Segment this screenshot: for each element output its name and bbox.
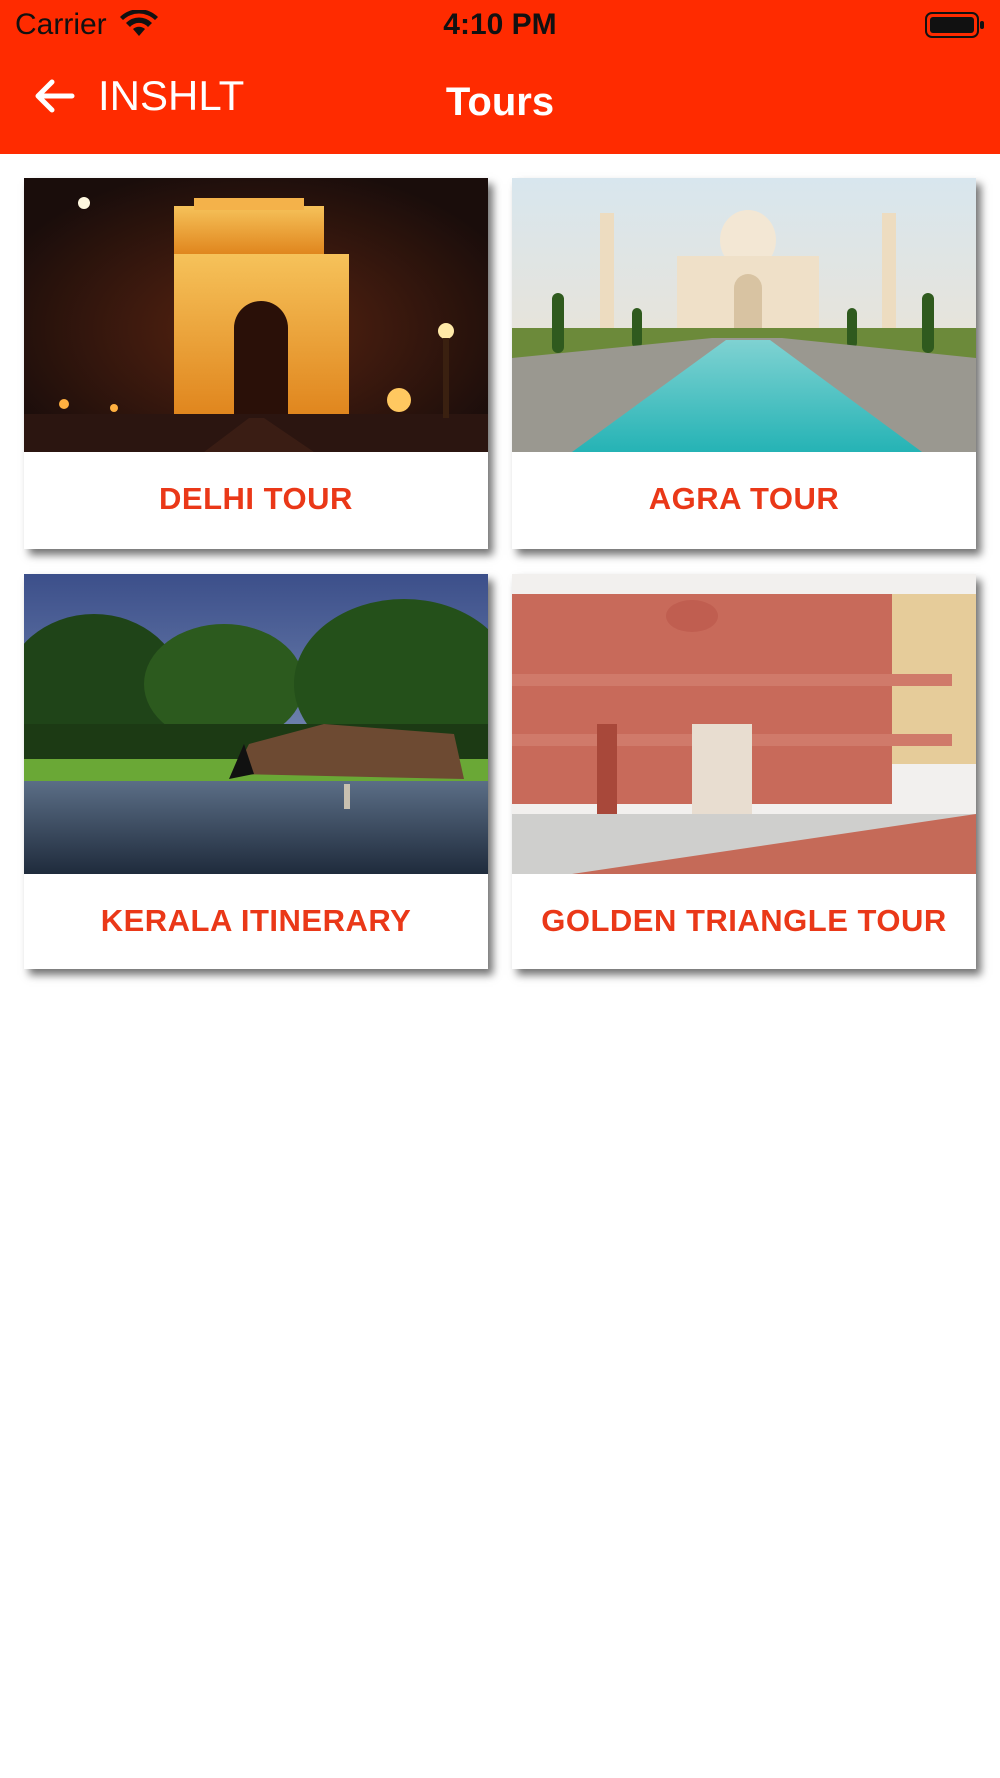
status-time: 4:10 PM — [443, 8, 557, 41]
tour-card-label: KERALA ITINERARY — [100, 903, 412, 938]
tour-card-agra[interactable]: AGRA TOUR — [512, 178, 976, 549]
taj-mahal-photo — [512, 178, 976, 452]
navigation-bar: INSHLT Tours — [0, 50, 1000, 154]
battery-icon — [925, 12, 984, 38]
tour-card-label: DELHI TOUR — [159, 481, 353, 516]
jaipur-city-palace-photo — [512, 574, 976, 874]
app-bar: Carrier 4:10 PM INSHLT Tours — [0, 0, 1000, 154]
tour-card-label: AGRA TOUR — [648, 481, 840, 516]
india-gate-night-photo — [24, 178, 488, 452]
tour-card-label: GOLDEN TRIANGLE TOUR — [541, 903, 947, 938]
status-bar: Carrier 4:10 PM — [0, 0, 1000, 50]
kerala-houseboat-photo — [24, 574, 488, 874]
tour-card-golden-triangle[interactable]: GOLDEN TRIANGLE TOUR — [512, 574, 976, 969]
tour-card-delhi[interactable]: DELHI TOUR — [24, 178, 488, 549]
tour-card-kerala[interactable]: KERALA ITINERARY — [24, 574, 488, 969]
page-title: Tours — [445, 80, 555, 124]
